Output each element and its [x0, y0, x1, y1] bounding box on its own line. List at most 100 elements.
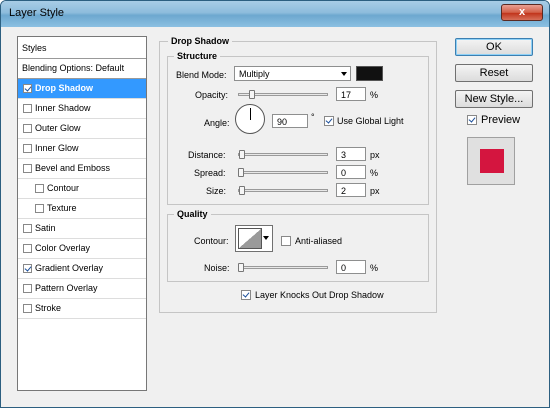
- preview-checkbox[interactable]: [467, 115, 477, 125]
- quality-title: Quality: [174, 209, 211, 219]
- style-item-satin[interactable]: Satin: [18, 219, 146, 239]
- preview-label[interactable]: Preview: [481, 114, 520, 126]
- style-item-bevel-and-emboss[interactable]: Bevel and Emboss: [18, 159, 146, 179]
- quality-group: Quality Contour: Anti-aliased Noise: 0 %: [167, 209, 429, 282]
- style-item-pattern-overlay[interactable]: Pattern Overlay: [18, 279, 146, 299]
- structure-group: Structure Blend Mode: Multiply Opacity: …: [167, 51, 429, 205]
- style-checkbox[interactable]: [23, 224, 32, 233]
- structure-title: Structure: [174, 51, 221, 61]
- spread-unit: %: [370, 168, 379, 178]
- style-item-label: Contour: [47, 183, 80, 193]
- style-item-label: Satin: [35, 223, 56, 233]
- noise-slider-thumb[interactable]: [238, 263, 244, 272]
- opacity-input[interactable]: 17: [336, 87, 366, 101]
- shadow-color-swatch[interactable]: [356, 66, 383, 81]
- noise-slider-track[interactable]: [238, 266, 328, 269]
- size-input[interactable]: 2: [336, 183, 366, 197]
- style-item-texture[interactable]: Texture: [18, 199, 146, 219]
- spread-slider-thumb[interactable]: [238, 168, 244, 177]
- blending-options-item[interactable]: Blending Options: Default: [18, 59, 146, 79]
- style-item-inner-glow[interactable]: Inner Glow: [18, 139, 146, 159]
- drop-shadow-group: Drop Shadow Structure Blend Mode: Multip…: [159, 36, 437, 313]
- style-checkbox[interactable]: [23, 84, 32, 93]
- style-item-label: Texture: [47, 203, 77, 213]
- blend-mode-value: Multiply: [239, 69, 270, 79]
- style-item-contour[interactable]: Contour: [18, 179, 146, 199]
- chevron-down-icon: [263, 236, 269, 240]
- style-checkbox[interactable]: [23, 144, 32, 153]
- close-button[interactable]: x: [501, 4, 543, 21]
- use-global-light-label[interactable]: Use Global Light: [337, 116, 404, 126]
- opacity-unit: %: [370, 90, 379, 100]
- style-item-drop-shadow[interactable]: Drop Shadow: [18, 79, 146, 99]
- noise-unit: %: [370, 263, 379, 273]
- ok-button[interactable]: OK: [455, 38, 533, 56]
- style-item-inner-shadow[interactable]: Inner Shadow: [18, 99, 146, 119]
- style-item-outer-glow[interactable]: Outer Glow: [18, 119, 146, 139]
- style-item-color-overlay[interactable]: Color Overlay: [18, 239, 146, 259]
- style-item-label: Gradient Overlay: [35, 263, 104, 273]
- distance-unit: px: [370, 150, 380, 160]
- style-item-gradient-overlay[interactable]: Gradient Overlay: [18, 259, 146, 279]
- styles-list: Styles Blending Options: Default Drop Sh…: [17, 36, 147, 391]
- distance-slider-track[interactable]: [238, 153, 328, 156]
- layer-knocks-out-checkbox[interactable]: [241, 290, 251, 300]
- blend-mode-select[interactable]: Multiply: [234, 66, 351, 81]
- style-item-stroke[interactable]: Stroke: [18, 299, 146, 319]
- reset-button[interactable]: Reset: [455, 64, 533, 82]
- distance-label: Distance:: [188, 150, 226, 160]
- noise-label: Noise:: [204, 263, 230, 273]
- style-item-label: Pattern Overlay: [35, 283, 98, 293]
- style-checkbox[interactable]: [23, 284, 32, 293]
- opacity-label: Opacity:: [195, 90, 229, 100]
- contour-curve-icon: [238, 228, 262, 249]
- angle-dial[interactable]: [235, 104, 265, 134]
- layer-knocks-out-label[interactable]: Layer Knocks Out Drop Shadow: [255, 290, 384, 300]
- new-style-button[interactable]: New Style...: [455, 90, 533, 108]
- anti-aliased-checkbox[interactable]: [281, 236, 291, 246]
- preview-thumbnail: [467, 137, 515, 185]
- style-item-label: Color Overlay: [35, 243, 91, 253]
- spread-input[interactable]: 0: [336, 165, 366, 179]
- angle-label: Angle:: [204, 118, 230, 128]
- style-checkbox[interactable]: [23, 164, 32, 173]
- chevron-down-icon: [341, 72, 347, 76]
- dialog-client: Styles Blending Options: Default Drop Sh…: [7, 31, 543, 403]
- style-item-label: Inner Glow: [35, 143, 79, 153]
- spread-label: Spread:: [194, 168, 226, 178]
- style-item-label: Stroke: [35, 303, 62, 313]
- contour-label: Contour:: [194, 236, 229, 246]
- opacity-slider-thumb[interactable]: [249, 90, 255, 99]
- style-checkbox[interactable]: [23, 104, 32, 113]
- style-item-label: Bevel and Emboss: [35, 163, 111, 173]
- angle-needle: [250, 108, 251, 120]
- spread-slider-track[interactable]: [238, 171, 328, 174]
- angle-input[interactable]: 90: [272, 114, 308, 128]
- use-global-light-checkbox[interactable]: [324, 116, 334, 126]
- contour-picker[interactable]: [235, 225, 273, 252]
- style-checkbox[interactable]: [23, 304, 32, 313]
- drop-shadow-title: Drop Shadow: [168, 36, 232, 46]
- style-checkbox[interactable]: [23, 124, 32, 133]
- window-title: Layer Style: [9, 7, 65, 19]
- style-item-label: Outer Glow: [35, 123, 81, 133]
- distance-slider-thumb[interactable]: [239, 150, 245, 159]
- styles-header[interactable]: Styles: [18, 37, 146, 59]
- style-checkbox[interactable]: [35, 184, 44, 193]
- distance-input[interactable]: 3: [336, 147, 366, 161]
- style-item-label: Drop Shadow: [35, 83, 93, 93]
- style-checkbox[interactable]: [23, 264, 32, 273]
- size-label: Size:: [206, 186, 227, 196]
- blend-mode-label: Blend Mode:: [176, 70, 227, 80]
- size-slider-thumb[interactable]: [239, 186, 245, 195]
- layer-style-window: Layer Style x Styles Blending Options: D…: [0, 0, 550, 408]
- anti-aliased-label[interactable]: Anti-aliased: [295, 236, 342, 246]
- noise-input[interactable]: 0: [336, 260, 366, 274]
- style-checkbox[interactable]: [35, 204, 44, 213]
- size-unit: px: [370, 186, 380, 196]
- style-checkbox[interactable]: [23, 244, 32, 253]
- title-bar[interactable]: Layer Style x: [1, 1, 549, 27]
- preview-swatch: [480, 149, 504, 173]
- degree-unit: °: [311, 112, 315, 122]
- size-slider-track[interactable]: [238, 189, 328, 192]
